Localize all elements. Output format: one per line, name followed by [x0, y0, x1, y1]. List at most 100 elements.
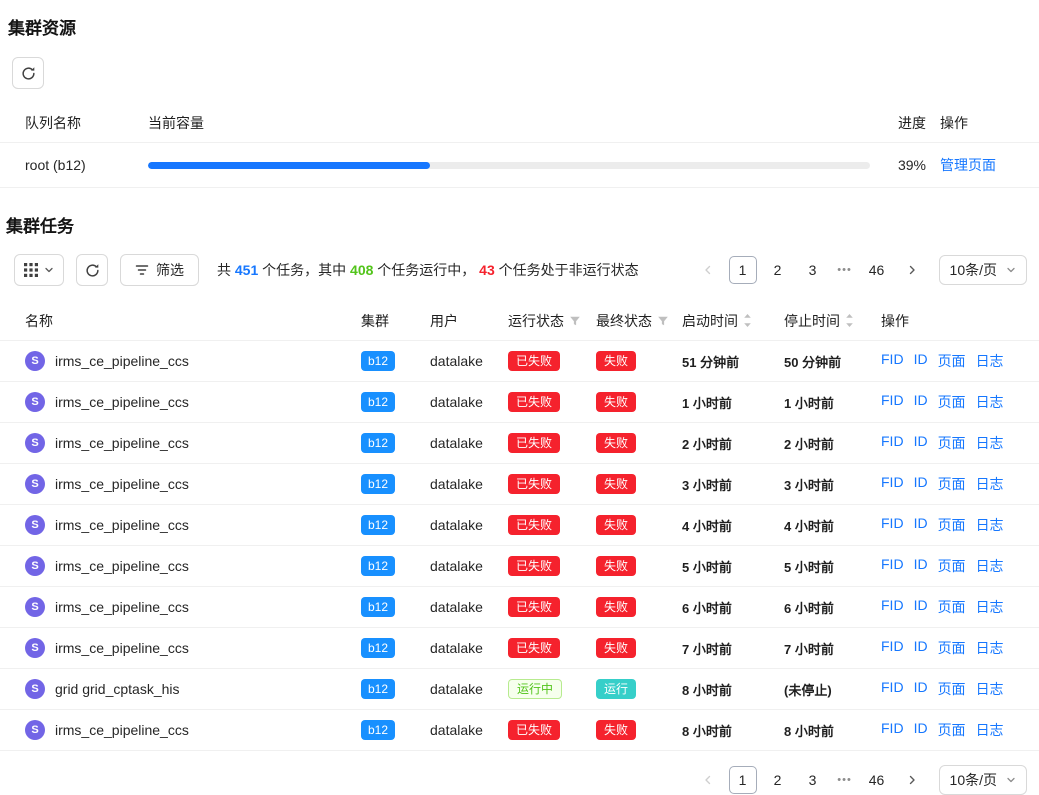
start-time-sort-icon[interactable] [743, 313, 752, 328]
page-button-3[interactable]: 3 [799, 256, 827, 284]
column-filter-icon [569, 315, 581, 327]
start-time: 5 小时前 [682, 557, 784, 576]
row-action-link[interactable]: ID [914, 392, 928, 412]
task-avatar: S [25, 638, 45, 658]
run-status-badge: 已失败 [508, 474, 560, 494]
row-action-link[interactable]: 日志 [976, 351, 1004, 371]
row-action-link[interactable]: ID [914, 351, 928, 371]
row-action-link[interactable]: 日志 [976, 720, 1004, 740]
row-action-link[interactable]: 页面 [938, 556, 966, 576]
row-action-link[interactable]: 页面 [938, 720, 966, 740]
row-action-link[interactable]: 页面 [938, 392, 966, 412]
row-action-link[interactable]: FID [881, 392, 904, 412]
row-action-link[interactable]: 日志 [976, 679, 1004, 699]
row-action-link[interactable]: FID [881, 474, 904, 494]
final-status-badge: 失败 [596, 351, 636, 371]
manage-page-link[interactable]: 管理页面 [940, 157, 996, 173]
row-action-link[interactable]: ID [914, 474, 928, 494]
chevron-down-icon [1006, 775, 1016, 785]
row-action-link[interactable]: FID [881, 515, 904, 535]
row-action-link[interactable]: ID [914, 597, 928, 617]
resources-table: 队列名称 当前容量 进度 操作 root (b12) 39% 管理页面 [0, 103, 1039, 188]
row-action-link[interactable]: FID [881, 679, 904, 699]
stop-time: (未停止) [784, 680, 881, 699]
task-table: 名称 集群 用户 运行状态 最终状态 启动时间 [0, 301, 1039, 751]
chevron-down-icon [44, 265, 54, 275]
row-action-link[interactable]: 页面 [938, 638, 966, 658]
row-action-link[interactable]: 日志 [976, 474, 1004, 494]
next-page-button[interactable] [898, 256, 926, 284]
row-action-link[interactable]: 日志 [976, 392, 1004, 412]
row-action-link[interactable]: 日志 [976, 433, 1004, 453]
row-action-link[interactable]: 页面 [938, 597, 966, 617]
run-status-badge: 已失败 [508, 515, 560, 535]
row-action-link[interactable]: 日志 [976, 597, 1004, 617]
resources-row: root (b12) 39% 管理页面 [0, 143, 1039, 188]
row-action-link[interactable]: FID [881, 556, 904, 576]
row-action-link[interactable]: 页面 [938, 474, 966, 494]
stop-time: 5 小时前 [784, 557, 881, 576]
task-name-cell: S irms_ce_pipeline_ccs [25, 474, 361, 494]
final-status-filter-icon[interactable] [657, 315, 669, 327]
page-size-label: 10条/页 [950, 260, 997, 280]
row-action-link[interactable]: 页面 [938, 433, 966, 453]
cluster-badge: b12 [361, 638, 395, 658]
row-action-link[interactable]: FID [881, 433, 904, 453]
row-action-link[interactable]: ID [914, 515, 928, 535]
row-action-link[interactable]: 日志 [976, 638, 1004, 658]
start-time: 4 小时前 [682, 516, 784, 535]
page-button-last[interactable]: 46 [863, 256, 891, 284]
page-ellipsis[interactable]: ••• [834, 264, 856, 276]
page-size-select[interactable]: 10条/页 [939, 765, 1027, 795]
stop-time: 8 小时前 [784, 721, 881, 740]
prev-page-button[interactable] [694, 256, 722, 284]
summary-text: 个任务运行中， [373, 262, 479, 278]
chevron-right-icon [906, 774, 918, 786]
col-capacity: 当前容量 [148, 113, 870, 133]
row-action-link[interactable]: ID [914, 638, 928, 658]
page-ellipsis[interactable]: ••• [834, 774, 856, 786]
page: 集群资源 队列名称 当前容量 进度 操作 root (b12) 39% 管理页面… [0, 0, 1039, 795]
task-name-cell: S irms_ce_pipeline_ccs [25, 720, 361, 740]
col-start-time-label: 启动时间 [682, 311, 738, 331]
task-user: datalake [430, 476, 508, 492]
run-status-badge: 已失败 [508, 351, 560, 371]
page-size-select[interactable]: 10条/页 [939, 255, 1027, 285]
page-button-1[interactable]: 1 [729, 256, 757, 284]
row-action-link[interactable]: ID [914, 720, 928, 740]
task-name-cell: S irms_ce_pipeline_ccs [25, 638, 361, 658]
cluster-badge: b12 [361, 679, 395, 699]
row-action-link[interactable]: FID [881, 720, 904, 740]
row-action-link[interactable]: FID [881, 351, 904, 371]
cluster-badge: b12 [361, 515, 395, 535]
page-button-2[interactable]: 2 [764, 256, 792, 284]
stop-time: 7 小时前 [784, 639, 881, 658]
row-action-link[interactable]: ID [914, 433, 928, 453]
resources-refresh-button[interactable] [12, 57, 44, 89]
row-action-link[interactable]: 页面 [938, 515, 966, 535]
cluster-badge: b12 [361, 597, 395, 617]
bottom-bar: 1 2 3 ••• 46 10条/页 [0, 765, 1027, 795]
view-switcher-button[interactable] [14, 254, 64, 286]
task-table-row: S grid grid_cptask_his b12 datalake 运行中 … [0, 669, 1039, 710]
row-action-link[interactable]: 页面 [938, 679, 966, 699]
row-action-link[interactable]: FID [881, 638, 904, 658]
run-status-filter-icon[interactable] [569, 315, 581, 327]
task-user: datalake [430, 722, 508, 738]
start-time: 8 小时前 [682, 680, 784, 699]
col-cluster-label: 集群 [361, 311, 389, 331]
task-avatar: S [25, 597, 45, 617]
stop-time: 1 小时前 [784, 393, 881, 412]
pagination-bottom: 1 2 3 ••• 46 10条/页 [694, 765, 1027, 795]
task-table-row: S irms_ce_pipeline_ccs b12 datalake 已失败 … [0, 587, 1039, 628]
row-action-link[interactable]: 页面 [938, 351, 966, 371]
row-action-link[interactable]: 日志 [976, 515, 1004, 535]
filter-button[interactable]: 筛选 [120, 254, 199, 286]
row-action-link[interactable]: ID [914, 556, 928, 576]
row-action-link[interactable]: FID [881, 597, 904, 617]
stop-time-sort-icon[interactable] [845, 313, 854, 328]
row-action-link[interactable]: ID [914, 679, 928, 699]
tasks-refresh-button[interactable] [76, 254, 108, 286]
row-action-link[interactable]: 日志 [976, 556, 1004, 576]
task-user: datalake [430, 353, 508, 369]
